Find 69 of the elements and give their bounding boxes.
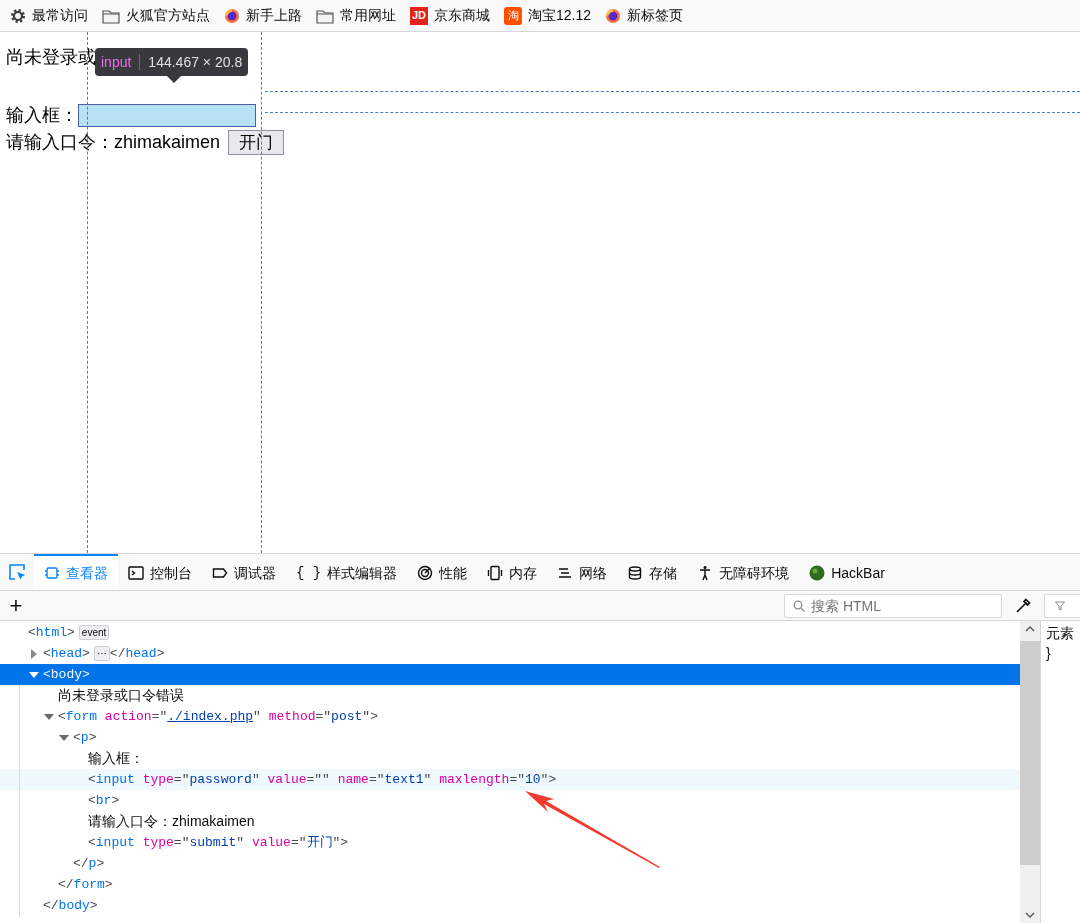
picker-icon (8, 563, 26, 581)
folder-icon (102, 7, 120, 24)
css-rule-text: 元素 (1046, 624, 1075, 643)
markup-tag[interactable]: </form> (58, 874, 113, 895)
markup-tag[interactable]: <head> (43, 643, 90, 664)
password-field[interactable] (78, 103, 256, 127)
devtools-tab[interactable]: 性能 (407, 554, 478, 590)
logo-icon: 淘 (504, 6, 522, 25)
devtools-tab[interactable]: 无障碍环境 (687, 554, 800, 590)
node-text: 请输入口令：zhimakaimen (88, 812, 255, 831)
markup-tag[interactable]: </head> (109, 643, 165, 664)
css-rule-text: } (1046, 644, 1052, 663)
devtools-tab[interactable]: 存储 (617, 554, 688, 590)
devtools-tab[interactable]: { } 样式编辑器 (286, 554, 408, 590)
field-label: 输入框： (6, 103, 78, 127)
gear-icon (10, 7, 26, 24)
markup-tag[interactable]: <html> (28, 622, 75, 643)
markup-tag[interactable]: <body> (43, 664, 90, 685)
twisty-icon[interactable] (59, 732, 69, 743)
gauge-icon (417, 565, 434, 581)
tag-icon (212, 565, 228, 581)
devtools-tab[interactable]: HackBar (799, 554, 895, 590)
filter-icon (1055, 600, 1065, 611)
braces-icon: { } (296, 562, 322, 584)
node-badge[interactable]: event (78, 625, 110, 640)
filter-field[interactable] (1044, 593, 1080, 618)
bookmark-link[interactable]: 新标签页 (605, 5, 684, 26)
submit-button[interactable]: 开门 (228, 129, 285, 155)
scrollbar[interactable] (1020, 621, 1040, 923)
folder-icon (316, 7, 334, 24)
devtools-tab[interactable]: 控制台 (118, 554, 202, 590)
twisty-icon[interactable] (44, 711, 54, 722)
bookmark-link[interactable]: 常用网址 (316, 5, 396, 26)
search-icon (793, 599, 805, 612)
status-message: 尚未登录或 (6, 46, 96, 68)
inspector-tooltip: input 144.467 × 20.8 (95, 48, 249, 76)
eyedropper-icon (1015, 597, 1031, 614)
devtools-tab[interactable]: 调试器 (202, 554, 286, 590)
devtools-tab[interactable]: 查看器 (34, 554, 118, 590)
node-badge[interactable]: ⋯ (93, 646, 110, 661)
bookmark-link[interactable]: 淘 淘宝12.12 (504, 5, 592, 26)
markup-tag[interactable]: <br> (88, 790, 120, 811)
markup-tag[interactable]: <form action="./index.php" method="post"> (58, 706, 378, 727)
node-text: 输入框： (88, 749, 144, 768)
lines-icon (557, 565, 574, 581)
chip-icon (487, 565, 504, 581)
ball-icon (809, 565, 826, 581)
markup-tag[interactable]: <input type="submit" value="开门"> (88, 832, 349, 853)
terminal-icon (128, 565, 144, 581)
bookmark-link[interactable]: 最常访问 (10, 5, 88, 26)
database-icon (627, 565, 644, 581)
markup-tag[interactable]: <p> (73, 727, 97, 748)
search-field[interactable]: 搜索 HTML (784, 593, 1002, 618)
globe-icon (224, 7, 240, 24)
twisty-icon[interactable] (29, 669, 39, 680)
logo-icon: JD (410, 6, 428, 25)
devtools-tab[interactable]: 网络 (547, 554, 618, 590)
markup-tag[interactable]: </body> (43, 895, 98, 916)
bookmark-link[interactable]: JD 京东商城 (410, 5, 490, 26)
globe-icon (605, 7, 622, 24)
markup-tag[interactable]: </p> (73, 853, 105, 874)
frame-icon (44, 565, 60, 581)
add-node-button[interactable]: + (0, 594, 32, 617)
devtools-tab[interactable]: 内存 (477, 554, 548, 590)
twisty-icon[interactable] (29, 648, 39, 659)
node-text: 尚未登录或口令错误 (58, 686, 184, 705)
tooltip-pointer (167, 76, 181, 83)
bookmark-link[interactable]: 新手上路 (224, 5, 302, 26)
bookmark-link[interactable]: 火狐官方站点 (102, 5, 210, 26)
